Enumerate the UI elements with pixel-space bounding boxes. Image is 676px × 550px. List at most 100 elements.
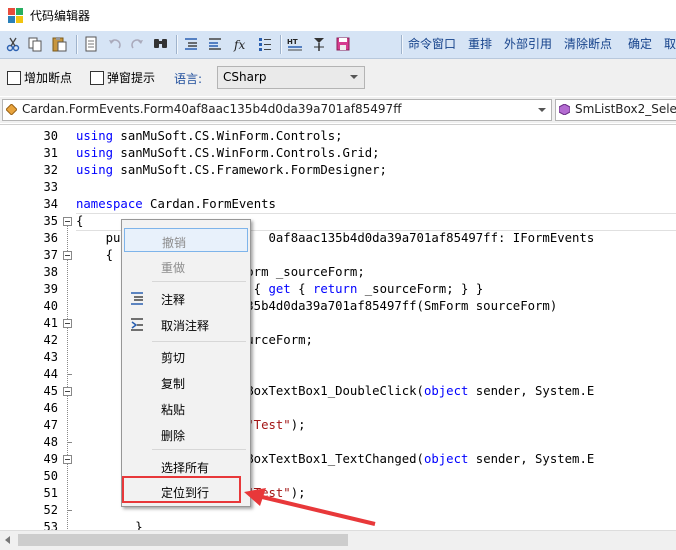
class-select[interactable]: Cardan.FormEvents.Form40af8aac135b4d0da3… [2, 99, 552, 121]
menu-item-undo[interactable]: 撤销 [124, 228, 248, 252]
code-line[interactable]: 36 pu 0af8aac135b4d0da39a701af85497ff: I… [0, 230, 676, 247]
redo-icon[interactable] [128, 35, 146, 53]
code-line[interactable]: 47 .Show("Test"); [0, 417, 676, 434]
comment-icon[interactable] [182, 35, 200, 53]
line-number: 49 [43, 452, 58, 466]
add-breakpoint-checkbox[interactable] [7, 71, 21, 85]
line-number: 31 [43, 146, 58, 160]
code-line[interactable]: 30 using sanMuSoft.CS.WinForm.Controls; [0, 128, 676, 145]
menu-item-label: 撤销 [162, 236, 187, 250]
line-number: 52 [43, 503, 58, 517]
save-icon[interactable] [334, 35, 352, 53]
menu-item-copy[interactable]: 复制 [124, 370, 248, 394]
code-line[interactable]: 40 f8aac135b4d0da39a701af85497ff(SmForm … [0, 298, 676, 315]
menu-item-label: 注释 [161, 293, 186, 307]
code-line[interactable]: 35 { [0, 213, 676, 231]
menu-item-cut[interactable]: 剪切 [124, 344, 248, 368]
document-icon[interactable] [82, 35, 100, 53]
menu-item-label: 粘贴 [161, 403, 186, 417]
language-select[interactable]: CSharp [217, 66, 365, 89]
line-number: 40 [43, 299, 58, 313]
clear-breakpoints-button[interactable]: 清除断点 [564, 33, 612, 55]
code-line[interactable]: 32 using sanMuSoft.CS.Framework.FormDesig… [0, 162, 676, 179]
member-select-value: SmListBox2_Selec [575, 102, 676, 116]
code-line[interactable]: 38 ly SmForm _sourceForm; [0, 264, 676, 281]
svg-text:HT: HT [287, 38, 298, 46]
code-text: using sanMuSoft.CS.Framework.FormDesigne… [76, 163, 387, 177]
add-breakpoint-label: 增加断点 [24, 71, 73, 85]
fold-toggle-icon[interactable] [63, 319, 72, 328]
member-select[interactable]: SmListBox2_Selec [555, 99, 676, 121]
paste-icon[interactable] [50, 35, 68, 53]
fold-toggle-icon[interactable] [63, 217, 72, 226]
cancel-button[interactable]: 取 [664, 33, 676, 55]
format-icon[interactable] [310, 35, 328, 53]
code-line[interactable]: 49 ndler_BoxTextBox1_TextChanged(object … [0, 451, 676, 468]
code-text: { [76, 214, 84, 228]
menu-item-delete[interactable]: 删除 [124, 422, 248, 446]
horizontal-scrollbar[interactable] [0, 530, 676, 550]
scrollbar-thumb[interactable] [18, 534, 348, 546]
code-line[interactable]: 48 [0, 434, 676, 451]
code-line[interactable]: 43 [0, 349, 676, 366]
options-bar: 增加断点 弹窗提示 语言: CSharp [0, 59, 676, 96]
uncomment-icon[interactable] [206, 35, 224, 53]
menu-item-comment[interactable]: 注释 [124, 286, 248, 310]
code-line[interactable]: 34 namespace Cardan.FormEvents [0, 196, 676, 213]
fold-toggle-icon[interactable] [63, 251, 72, 260]
ok-button[interactable]: 确定 [628, 33, 652, 55]
line-number: 42 [43, 333, 58, 347]
code-line[interactable]: 41 [0, 315, 676, 332]
copy-icon[interactable] [26, 35, 44, 53]
fold-end-marker [67, 374, 72, 375]
toolbar-separator [76, 35, 78, 54]
code-line[interactable]: 37 { [0, 247, 676, 264]
list-icon[interactable] [256, 35, 274, 53]
code-line[interactable]: 31 using sanMuSoft.CS.WinForm.Controls.Gr… [0, 145, 676, 162]
line-number: 30 [43, 129, 58, 143]
menu-item-paste[interactable]: 粘贴 [124, 396, 248, 420]
menu-item-label: 取消注释 [161, 319, 210, 333]
menu-item-select-all[interactable]: 选择所有 [124, 454, 248, 478]
line-number: 34 [43, 197, 58, 211]
fold-toggle-icon[interactable] [63, 455, 72, 464]
toolbar-separator [280, 35, 282, 54]
function-icon[interactable]: fx [232, 35, 250, 53]
code-line[interactable]: 33 [0, 179, 676, 196]
code-line[interactable]: 46 [0, 400, 676, 417]
method-icon [559, 104, 570, 115]
toolbar-separator [176, 35, 178, 54]
code-line[interactable]: 45 ndler_BoxTextBox1_DoubleClick(object … [0, 383, 676, 400]
class-icon [6, 104, 17, 115]
code-text: using sanMuSoft.CS.WinForm.Controls.Grid… [76, 146, 380, 160]
menu-item-uncomment[interactable]: 取消注释 [124, 312, 248, 336]
code-line[interactable]: 42 m = sourceForm; [0, 332, 676, 349]
title-bar: 代码编辑器 [0, 0, 676, 32]
line-number: 33 [43, 180, 58, 194]
menu-item-label: 删除 [161, 429, 186, 443]
command-window-button[interactable]: 命令窗口 [408, 33, 456, 55]
popup-hint-checkbox[interactable] [90, 71, 104, 85]
external-reference-button[interactable]: 外部引用 [504, 33, 552, 55]
find-icon[interactable] [152, 35, 170, 53]
menu-item-label: 重做 [161, 261, 186, 275]
code-editor[interactable]: 30 using sanMuSoft.CS.WinForm.Controls; 31… [0, 124, 676, 531]
code-text: namespace Cardan.FormEvents [76, 197, 276, 211]
language-value: CSharp [223, 70, 267, 84]
code-line[interactable]: 50 [0, 468, 676, 485]
toolbar-separator [401, 35, 403, 54]
fold-toggle-icon[interactable] [63, 387, 72, 396]
code-line[interactable]: 44 [0, 366, 676, 383]
line-number: 39 [43, 282, 58, 296]
toolbar-icons: fx HT [2, 33, 398, 55]
app-icon [8, 8, 23, 23]
rearrange-button[interactable]: 重排 [468, 33, 492, 55]
cut-icon[interactable] [4, 35, 22, 53]
code-line[interactable]: 39 SmForm { get { return _sourceForm; } … [0, 281, 676, 298]
undo-icon[interactable] [106, 35, 124, 53]
menu-item-redo[interactable]: 重做 [124, 254, 248, 278]
toolbar: fx HT 命令窗口 重排 外部引用 清除断点 确定 取 [0, 31, 676, 59]
scroll-left-icon[interactable] [5, 536, 10, 544]
html-tag-icon[interactable]: HT [286, 35, 304, 53]
chevron-down-icon [350, 75, 358, 79]
